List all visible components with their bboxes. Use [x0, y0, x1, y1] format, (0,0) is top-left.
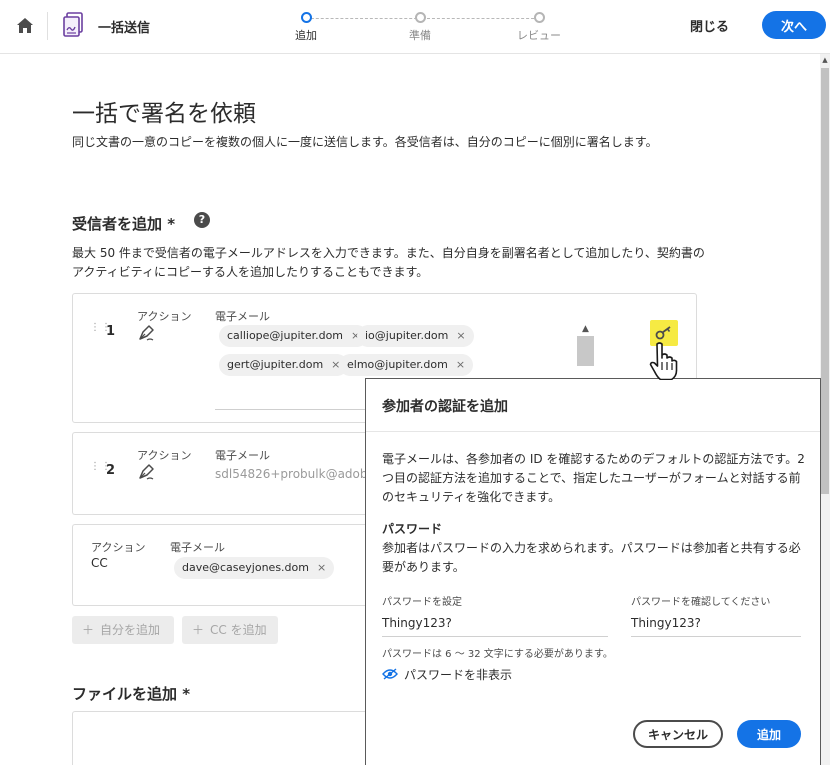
step-dot	[414, 12, 426, 23]
home-button[interactable]	[14, 14, 36, 36]
files-title: ファイルを追加 *	[72, 685, 191, 703]
signature-pen-icon[interactable]	[137, 461, 157, 481]
recipient-number: 1	[106, 324, 116, 339]
hide-password-toggle[interactable]: パスワードを非表示	[382, 665, 512, 683]
email-chip-text: dave@caseyjones.dom	[182, 561, 309, 574]
step-label: 追加	[295, 29, 317, 42]
email-chip-text: elmo@jupiter.dom	[347, 358, 448, 371]
add-cc-label: CC を追加	[210, 623, 267, 637]
hide-password-label: パスワードを非表示	[404, 667, 513, 682]
email-label: 電子メール	[215, 449, 270, 462]
signature-pen-icon[interactable]	[137, 322, 157, 342]
email-chip-text: gert@jupiter.dom	[227, 358, 324, 371]
help-icon[interactable]: ?	[194, 212, 210, 228]
page-title: 一括で署名を依頼	[72, 101, 256, 127]
popover-description: 電子メールは、各参加者の ID を確認するためのデフォルトの認証方法です。2 つ…	[382, 452, 805, 504]
email-input[interactable]: sdl54826+probulk@adobe	[215, 467, 375, 481]
recipient-number: 2	[106, 463, 116, 478]
bulk-send-document-icon	[63, 12, 83, 37]
email-chip[interactable]: gert@jupiter.dom ×	[219, 354, 349, 376]
page-description: 同じ文書の一意のコピーを複数の個人に一度に送信します。各受信者は、自分のコピーに…	[72, 135, 658, 149]
set-password-input[interactable]: Thingy123?	[382, 613, 608, 637]
password-section-description: 参加者はパスワードの入力を求められます。パスワードは参加者と共有する必要がありま…	[382, 541, 801, 574]
add-me-button[interactable]: ＋ 自分を追加	[72, 616, 174, 644]
cancel-button[interactable]: キャンセル	[633, 720, 723, 748]
plus-icon: ＋	[192, 623, 205, 637]
scrollbar-thumb[interactable]	[821, 68, 829, 494]
step-prepare: 準備	[409, 12, 431, 43]
top-bar: 一括送信 追加 準備 レビュー 閉じる 次へ	[0, 0, 830, 54]
step-label: 準備	[409, 29, 431, 42]
header-divider	[47, 12, 48, 40]
action-label: アクション	[91, 541, 146, 554]
step-add: 追加	[292, 12, 320, 43]
step-label: レビュー	[517, 29, 561, 42]
action-value[interactable]: CC	[91, 556, 108, 570]
drag-handle-icon[interactable]: ⋮⋮	[90, 323, 111, 339]
email-chip-text: calliope@jupiter.dom	[227, 329, 344, 342]
scroll-up-arrow-icon[interactable]: ▲	[820, 56, 830, 66]
remove-icon[interactable]: ×	[456, 358, 465, 371]
confirm-password-input[interactable]: Thingy123?	[631, 613, 801, 637]
step-connector	[306, 18, 422, 19]
remove-icon[interactable]: ×	[317, 561, 326, 574]
recipient-row-2: ⋮⋮ 2 アクション 電子メール sdl54826+probulk@adobe	[72, 432, 375, 515]
page-scrollbar[interactable]: ▲	[820, 54, 830, 765]
drag-handle-icon[interactable]: ⋮⋮	[90, 462, 111, 478]
email-chip[interactable]: elmo@jupiter.dom ×	[339, 354, 474, 376]
recipients-title: 受信者を追加 *	[72, 215, 176, 233]
chevron-up-icon[interactable]: ▲	[577, 322, 594, 336]
popover-title: 参加者の認証を追加	[382, 399, 508, 415]
add-me-label: 自分を追加	[100, 623, 161, 637]
password-hint: パスワードは 6 ～ 32 文字にする必要があります。	[382, 649, 613, 660]
add-button[interactable]: 追加	[737, 720, 801, 748]
email-chip[interactable]: io@jupiter.dom ×	[357, 325, 474, 347]
step-review: レビュー	[516, 12, 562, 43]
popover-divider	[366, 431, 820, 432]
email-list-scrollbar[interactable]: ▲	[577, 322, 594, 376]
authentication-popover: 参加者の認証を追加 電子メールは、各参加者の ID を確認するためのデフォルトの…	[365, 378, 821, 765]
app-title: 一括送信	[98, 21, 151, 36]
next-button[interactable]: 次へ	[762, 11, 826, 39]
add-cc-button[interactable]: ＋ CC を追加	[182, 616, 278, 644]
confirm-password-label: パスワードを確認してください	[631, 597, 771, 608]
progress-steps: 追加 準備 レビュー	[292, 12, 582, 46]
recipients-description: 最大 50 件まで受信者の電子メールアドレスを入力できます。また、自分自身を副署…	[72, 246, 705, 279]
eye-off-icon	[382, 668, 398, 680]
email-label: 電子メール	[215, 310, 270, 323]
close-button[interactable]: 閉じる	[690, 14, 729, 36]
key-icon	[655, 326, 671, 340]
plus-icon: ＋	[82, 623, 95, 637]
password-section-title: パスワード	[382, 522, 443, 536]
set-password-label: パスワードを設定	[382, 597, 462, 608]
step-dot	[533, 12, 545, 23]
hand-cursor-icon	[649, 342, 678, 380]
email-list-scroll-thumb[interactable]	[577, 336, 594, 366]
home-icon	[17, 17, 33, 33]
email-label: 電子メール	[170, 541, 225, 554]
email-chip[interactable]: dave@caseyjones.dom ×	[174, 557, 335, 579]
remove-icon[interactable]: ×	[456, 329, 465, 342]
email-chip[interactable]: calliope@jupiter.dom ×	[219, 325, 369, 347]
email-chip-text: io@jupiter.dom	[365, 329, 449, 342]
step-dot	[300, 12, 312, 23]
